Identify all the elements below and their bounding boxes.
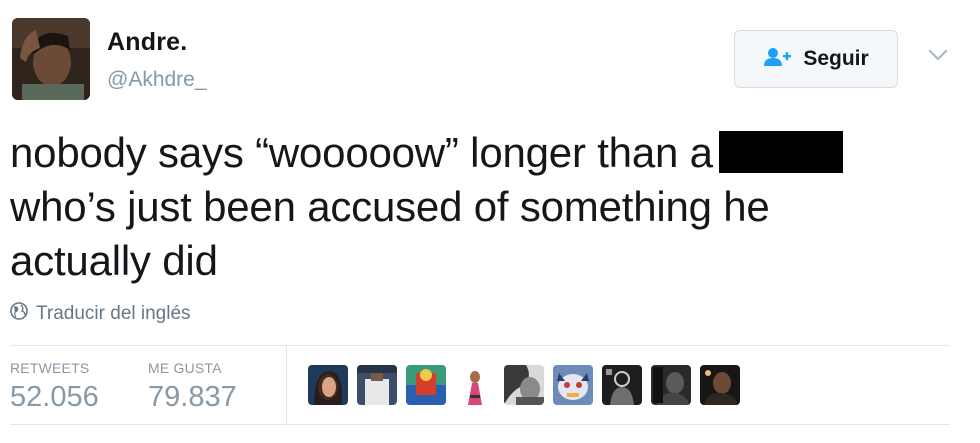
screen-name[interactable]: @Akhdre_ — [107, 68, 207, 92]
stats-separator — [286, 345, 287, 424]
liker-avatar[interactable] — [700, 365, 740, 405]
liker-avatar[interactable] — [602, 365, 642, 405]
translate-link[interactable]: Traducir del inglés — [10, 302, 191, 325]
retweets-count: 52.056 — [10, 381, 99, 413]
liker-avatar[interactable] — [406, 365, 446, 405]
chevron-down-icon[interactable] — [928, 48, 948, 62]
divider — [10, 345, 950, 346]
likes-stat[interactable]: ME GUSTA 79.837 — [148, 360, 237, 414]
tweet-card: Andre. @Akhdre_ Seguir nobody says “wooo… — [0, 0, 980, 443]
follow-button[interactable]: Seguir — [734, 30, 898, 88]
tweet-line-1: nobody says “wooooow” longer than a — [10, 126, 950, 180]
add-user-icon — [763, 47, 793, 72]
translate-label: Traducir del inglés — [36, 302, 191, 324]
liker-avatar[interactable] — [651, 365, 691, 405]
likes-label: ME GUSTA — [148, 360, 222, 376]
liker-avatar[interactable] — [357, 365, 397, 405]
tweet-text: nobody says “wooooow” longer than a who’… — [10, 126, 950, 288]
liker-avatar[interactable] — [504, 365, 544, 405]
retweets-label: RETWEETS — [10, 360, 90, 376]
globe-icon — [10, 302, 28, 325]
follow-button-label: Seguir — [803, 47, 869, 70]
likes-count: 79.837 — [148, 381, 237, 413]
avatar-image — [12, 18, 90, 100]
likers-avatars — [308, 365, 740, 405]
display-name[interactable]: Andre. — [107, 28, 187, 57]
tweet-line-3: actually did — [10, 237, 218, 284]
liker-avatar[interactable] — [455, 365, 495, 405]
retweets-stat[interactable]: RETWEETS 52.056 — [10, 360, 99, 414]
tweet-line-2: who’s just been accused of something he — [10, 183, 770, 230]
avatar[interactable] — [12, 18, 90, 100]
liker-avatar[interactable] — [308, 365, 348, 405]
redaction-block — [718, 131, 843, 173]
divider — [10, 424, 950, 425]
liker-avatar[interactable] — [553, 365, 593, 405]
